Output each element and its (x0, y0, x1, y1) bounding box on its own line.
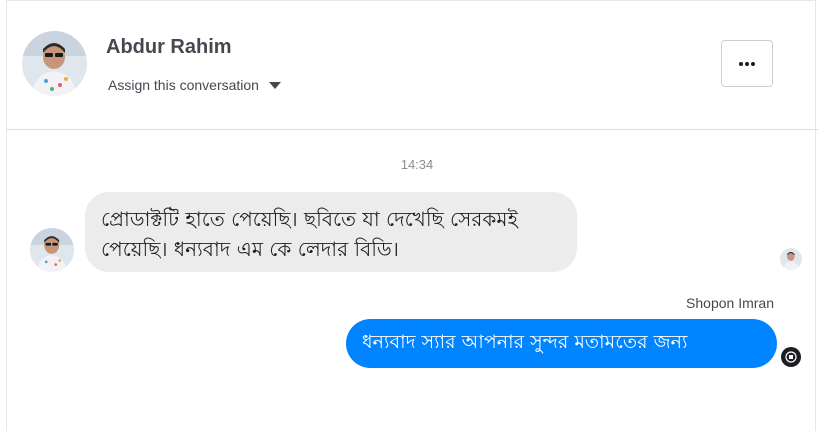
message-timestamp: 14:34 (400, 157, 434, 172)
conversation-header: Abdur Rahim Assign this conversation (6, 0, 818, 130)
more-options-button[interactable] (721, 40, 773, 87)
assign-conversation-dropdown[interactable]: Assign this conversation (108, 77, 281, 93)
incoming-message-bubble[interactable]: প্রোডাক্টটি হাতে পেয়েছি। ছবিতে যা দেখেছ… (85, 192, 577, 272)
contact-avatar[interactable] (22, 31, 87, 96)
contact-name[interactable]: Abdur Rahim (106, 36, 232, 59)
outgoing-sender-name: Shopon Imran (686, 295, 774, 311)
page-avatar-icon (781, 347, 801, 367)
caret-down-icon (268, 81, 281, 89)
more-horizontal-icon (739, 61, 755, 66)
outgoing-message-bubble[interactable]: ধন্যবাদ স্যার আপনার সুন্দর মতামতের জন্য (346, 319, 777, 368)
assign-conversation-label: Assign this conversation (108, 77, 259, 93)
sender-avatar[interactable] (30, 228, 74, 272)
seen-by-avatar (780, 248, 802, 270)
